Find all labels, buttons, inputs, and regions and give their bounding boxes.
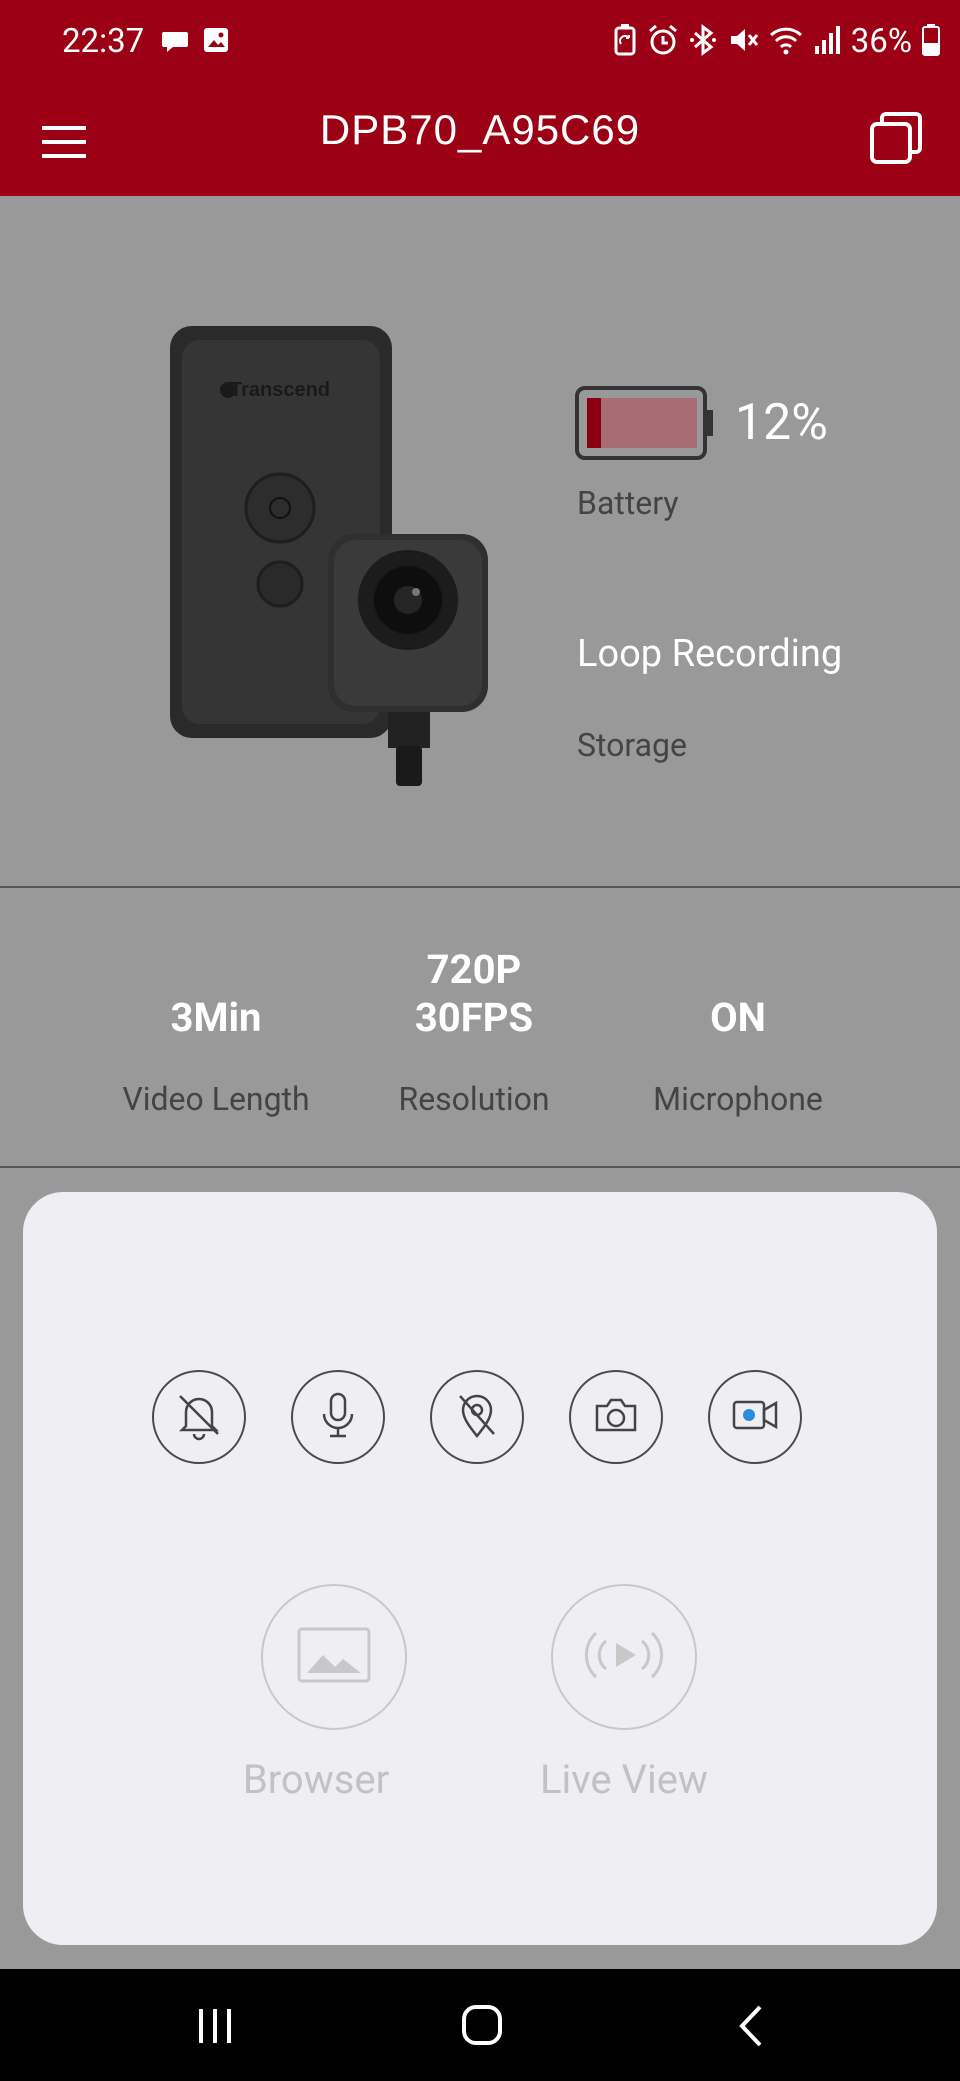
location-off-icon: [450, 1388, 504, 1446]
action-panel: Browser Live View: [23, 1192, 937, 1945]
recycle-battery-icon: [613, 23, 637, 60]
copy-windows-icon[interactable]: [862, 104, 932, 174]
alarm-icon: [647, 24, 679, 60]
live-view-button[interactable]: [551, 1584, 697, 1730]
image-icon: [202, 26, 230, 60]
storage-label: Storage: [577, 726, 687, 764]
back-icon[interactable]: [722, 1999, 782, 2055]
chat-bubble-icon: [160, 26, 190, 60]
svg-text:Transcend: Transcend: [230, 379, 330, 401]
battery-icon: [922, 23, 940, 60]
bluetooth-icon: [689, 23, 717, 60]
video-record-icon: [728, 1388, 782, 1446]
camera-button[interactable]: [569, 1370, 663, 1464]
wifi-icon: [769, 25, 803, 59]
bell-off-button[interactable]: [152, 1370, 246, 1464]
video-record-button[interactable]: [708, 1370, 802, 1464]
microphone-button[interactable]: [291, 1370, 385, 1464]
device-status-area: Transcend 12% Battery Loop Recording Sto…: [0, 196, 960, 886]
microphone-label: Microphone: [653, 1080, 823, 1118]
video-length-label: Video Length: [122, 1080, 310, 1118]
recording-mode: Loop Recording: [577, 632, 843, 676]
microphone-icon: [311, 1388, 365, 1446]
recents-icon[interactable]: [185, 1999, 245, 2055]
battery-percent: 12%: [735, 394, 828, 452]
signal-icon: [813, 24, 841, 60]
camera-icon: [589, 1388, 643, 1446]
gallery-icon: [297, 1625, 371, 1689]
browser-label: Browser: [242, 1756, 390, 1803]
status-time: 22:37: [62, 22, 145, 61]
divider: [0, 1166, 960, 1168]
bell-off-icon: [172, 1388, 226, 1446]
microphone-value: ON: [710, 994, 766, 1041]
page-title: DPB70_A95C69: [319, 106, 641, 153]
mute-icon: [727, 24, 759, 60]
battery-label: Battery: [577, 484, 679, 522]
status-bar: 22:37 36%: [0, 0, 960, 86]
live-view-label: Live View: [540, 1756, 708, 1803]
home-icon[interactable]: [452, 1999, 512, 2055]
location-off-button[interactable]: [430, 1370, 524, 1464]
app-bar: DPB70_A95C69: [0, 86, 960, 196]
device-battery-icon: [575, 386, 715, 466]
status-battery-percent: 36%: [850, 22, 912, 61]
settings-summary: 3Min Video Length 720P 30FPS Resolution …: [0, 888, 960, 1166]
live-stream-icon: [576, 1625, 672, 1689]
system-nav-bar: [0, 1969, 960, 2081]
resolution-label: Resolution: [398, 1080, 550, 1118]
resolution-value-line1: 720P: [426, 946, 522, 993]
browser-button[interactable]: [261, 1584, 407, 1730]
camera-device-image: Transcend: [160, 326, 500, 810]
battery-block: 12% Battery: [575, 386, 828, 522]
video-length-value: 3Min: [170, 994, 262, 1041]
resolution-value-line2: 30FPS: [414, 994, 534, 1041]
